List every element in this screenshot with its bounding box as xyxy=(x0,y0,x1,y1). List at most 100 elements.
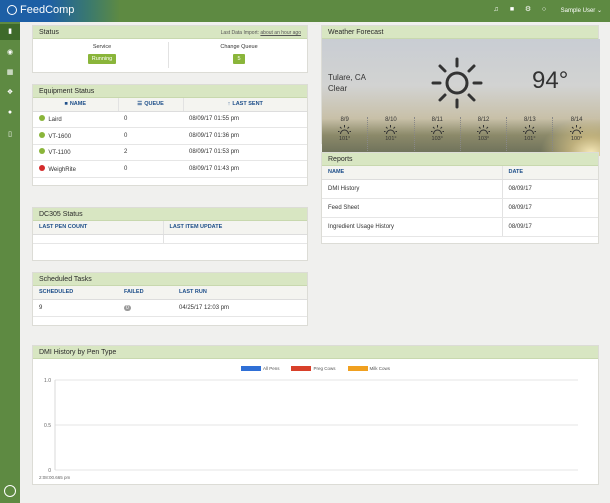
table-row[interactable]: 9 0 04/25/17 12:03 pm xyxy=(33,299,307,317)
tasks-panel: Scheduled Tasks SCHEDULED FAILED LAST RU… xyxy=(32,272,308,326)
sun-icon xyxy=(384,125,398,135)
list-icon: ☰ xyxy=(137,101,143,108)
user-menu[interactable]: Sample User ⌄ xyxy=(561,7,602,14)
queue-label: Change Queue xyxy=(220,44,258,50)
equipment-panel: Equipment Status ■ NAME ☰ QUEUE ↑ LAST SENT… xyxy=(32,84,308,186)
col-name[interactable]: ■ NAME xyxy=(33,98,118,112)
forecast-day: 8/12 103° xyxy=(461,117,508,153)
top-icons: ♫ ■ ⚙ ○ xyxy=(492,6,548,14)
col-failed[interactable]: FAILED xyxy=(118,286,173,300)
table-row[interactable]: Ingredient Usage History 08/09/17 xyxy=(322,217,598,237)
weather-title: Weather Forecast xyxy=(322,26,598,39)
col-report-name[interactable]: NAME xyxy=(322,166,502,180)
last-import-label: Last Data Import: xyxy=(220,30,260,36)
col-last-pen-count[interactable]: LAST PEN COUNT xyxy=(33,221,163,235)
dc305-title: DC305 Status xyxy=(33,208,307,221)
table-row[interactable]: WeighRite 0 08/09/17 01:43 pm xyxy=(33,160,307,178)
forecast-days: 8/9 101° 8/10 101° 8/11 103° 8/12 103° 8… xyxy=(322,117,600,153)
dmi-title: DMI History by Pen Type xyxy=(33,346,598,359)
legend-item[interactable]: All Pens xyxy=(240,366,279,371)
sidebar-item-feed[interactable]: ❖ xyxy=(5,88,15,98)
reports-panel: Reports NAME DATE DMI History 08/09/17 F… xyxy=(321,152,599,244)
col-last-sent[interactable]: ↑ LAST SENT xyxy=(182,98,307,112)
col-scheduled[interactable]: SCHEDULED xyxy=(33,286,118,300)
change-queue-status: Change Queue 5 xyxy=(174,44,304,64)
forecast-day: 8/9 101° xyxy=(322,117,369,153)
forecast-day: 8/11 103° xyxy=(415,117,461,153)
dmi-chart: 1.0 0.5 02:08:00.665 pm xyxy=(39,378,578,480)
bell-icon[interactable]: ♫ xyxy=(492,6,500,14)
sidebar-item-reports[interactable]: ▯ xyxy=(5,130,15,140)
sun-icon xyxy=(570,125,584,135)
weather-background: Tulare, CA Clear 94° 8/9 101° 8/10 101° … xyxy=(322,39,600,156)
reports-table: NAME DATE DMI History 08/09/17 Feed Shee… xyxy=(322,166,598,237)
status-dot-icon xyxy=(39,115,45,122)
chart-legend: All Pens Preg Cows Milk Cows xyxy=(33,366,598,371)
legend-swatch-icon xyxy=(347,366,368,371)
table-row xyxy=(33,234,307,244)
col-last-run[interactable]: LAST RUN xyxy=(173,286,307,300)
sun-icon xyxy=(477,125,491,135)
y-tick-label: 0 xyxy=(48,468,51,474)
divider xyxy=(168,42,169,68)
y-tick-label: 0.5 xyxy=(44,423,51,429)
col-queue[interactable]: ☰ QUEUE xyxy=(117,98,183,112)
calendar-icon: ▦ xyxy=(6,69,14,76)
brand-name: FeedComp xyxy=(20,4,75,16)
status-dot-icon xyxy=(39,164,45,171)
legend-swatch-icon xyxy=(240,366,261,371)
user-name: Sample User xyxy=(560,8,596,14)
last-import: Last Data Import: about an hour ago xyxy=(221,30,301,36)
sidebar-item-users[interactable]: ● xyxy=(5,108,15,118)
col-last-item-update[interactable]: LAST ITEM UPDATE xyxy=(162,221,307,235)
dmi-chart-panel: DMI History by Pen Type All Pens Preg Co… xyxy=(32,345,599,485)
forecast-day: 8/13 101° xyxy=(507,117,554,153)
sidebar: ▮ ◉ ▦ ❖ ● ▯ xyxy=(0,22,20,503)
cow-icon: ◉ xyxy=(6,49,14,56)
tasks-table: SCHEDULED FAILED LAST RUN 9 0 04/25/17 1… xyxy=(33,286,307,317)
sidebar-item-dashboard[interactable]: ▮ xyxy=(0,24,20,40)
arrow-up-icon: ↑ xyxy=(227,101,231,108)
current-temp: 94° xyxy=(532,67,569,94)
sun-icon xyxy=(523,125,537,135)
tasks-title: Scheduled Tasks xyxy=(33,273,307,286)
service-badge: Running xyxy=(87,54,117,64)
reports-title: Reports xyxy=(322,153,598,166)
last-import-link[interactable]: about an hour ago xyxy=(260,30,301,36)
col-report-date[interactable]: DATE xyxy=(501,166,598,180)
gear-icon[interactable]: ⚙ xyxy=(524,6,532,14)
legend-item[interactable]: Preg Cows xyxy=(291,366,336,371)
leaf-icon: ❖ xyxy=(6,89,14,96)
sidebar-item-cattle[interactable]: ◉ xyxy=(5,48,15,58)
weather-condition: Clear xyxy=(328,84,348,93)
status-panel: Status Last Data Import: about an hour a… xyxy=(32,25,308,73)
service-status: Service Running xyxy=(37,44,167,64)
app-logo[interactable]: FeedComp xyxy=(7,4,74,16)
dc305-table: LAST PEN COUNT LAST ITEM UPDATE xyxy=(33,221,307,244)
equipment-title: Equipment Status xyxy=(33,85,307,98)
top-bar: FeedComp ♫ ■ ⚙ ○ Sample User ⌄ xyxy=(0,0,610,22)
chat-icon[interactable]: ○ xyxy=(540,6,548,14)
truck-icon[interactable]: ■ xyxy=(508,6,516,14)
table-row[interactable]: Feed Sheet 08/09/17 xyxy=(322,198,598,218)
table-row[interactable]: VT-1100 2 08/09/17 01:53 pm xyxy=(33,144,307,161)
x-tick-label: 2:08:00.665 pm xyxy=(39,475,71,480)
sun-icon xyxy=(430,125,444,135)
service-label: Service xyxy=(92,44,112,50)
status-dot-icon xyxy=(39,148,45,155)
table-row[interactable]: Laird 0 08/09/17 01:55 pm xyxy=(33,111,307,128)
chevron-down-icon: ⌄ xyxy=(596,8,602,14)
location-icon[interactable] xyxy=(4,485,16,497)
dc305-panel: DC305 Status LAST PEN COUNT LAST ITEM UP… xyxy=(32,207,308,261)
weather-city: Tulare, CA xyxy=(328,73,366,82)
table-row[interactable]: VT-1600 0 08/09/17 01:36 pm xyxy=(33,127,307,145)
logo-area: FeedComp xyxy=(0,0,120,22)
table-row[interactable]: DMI History 08/09/17 xyxy=(322,179,598,199)
legend-item[interactable]: Milk Cows xyxy=(347,366,390,371)
logo-mark-icon xyxy=(7,5,17,15)
sun-icon xyxy=(338,125,352,135)
sidebar-item-calendar[interactable]: ▦ xyxy=(5,68,15,78)
y-tick-label: 1.0 xyxy=(44,378,51,384)
file-icon: ▯ xyxy=(8,131,12,138)
sun-icon xyxy=(431,57,483,109)
